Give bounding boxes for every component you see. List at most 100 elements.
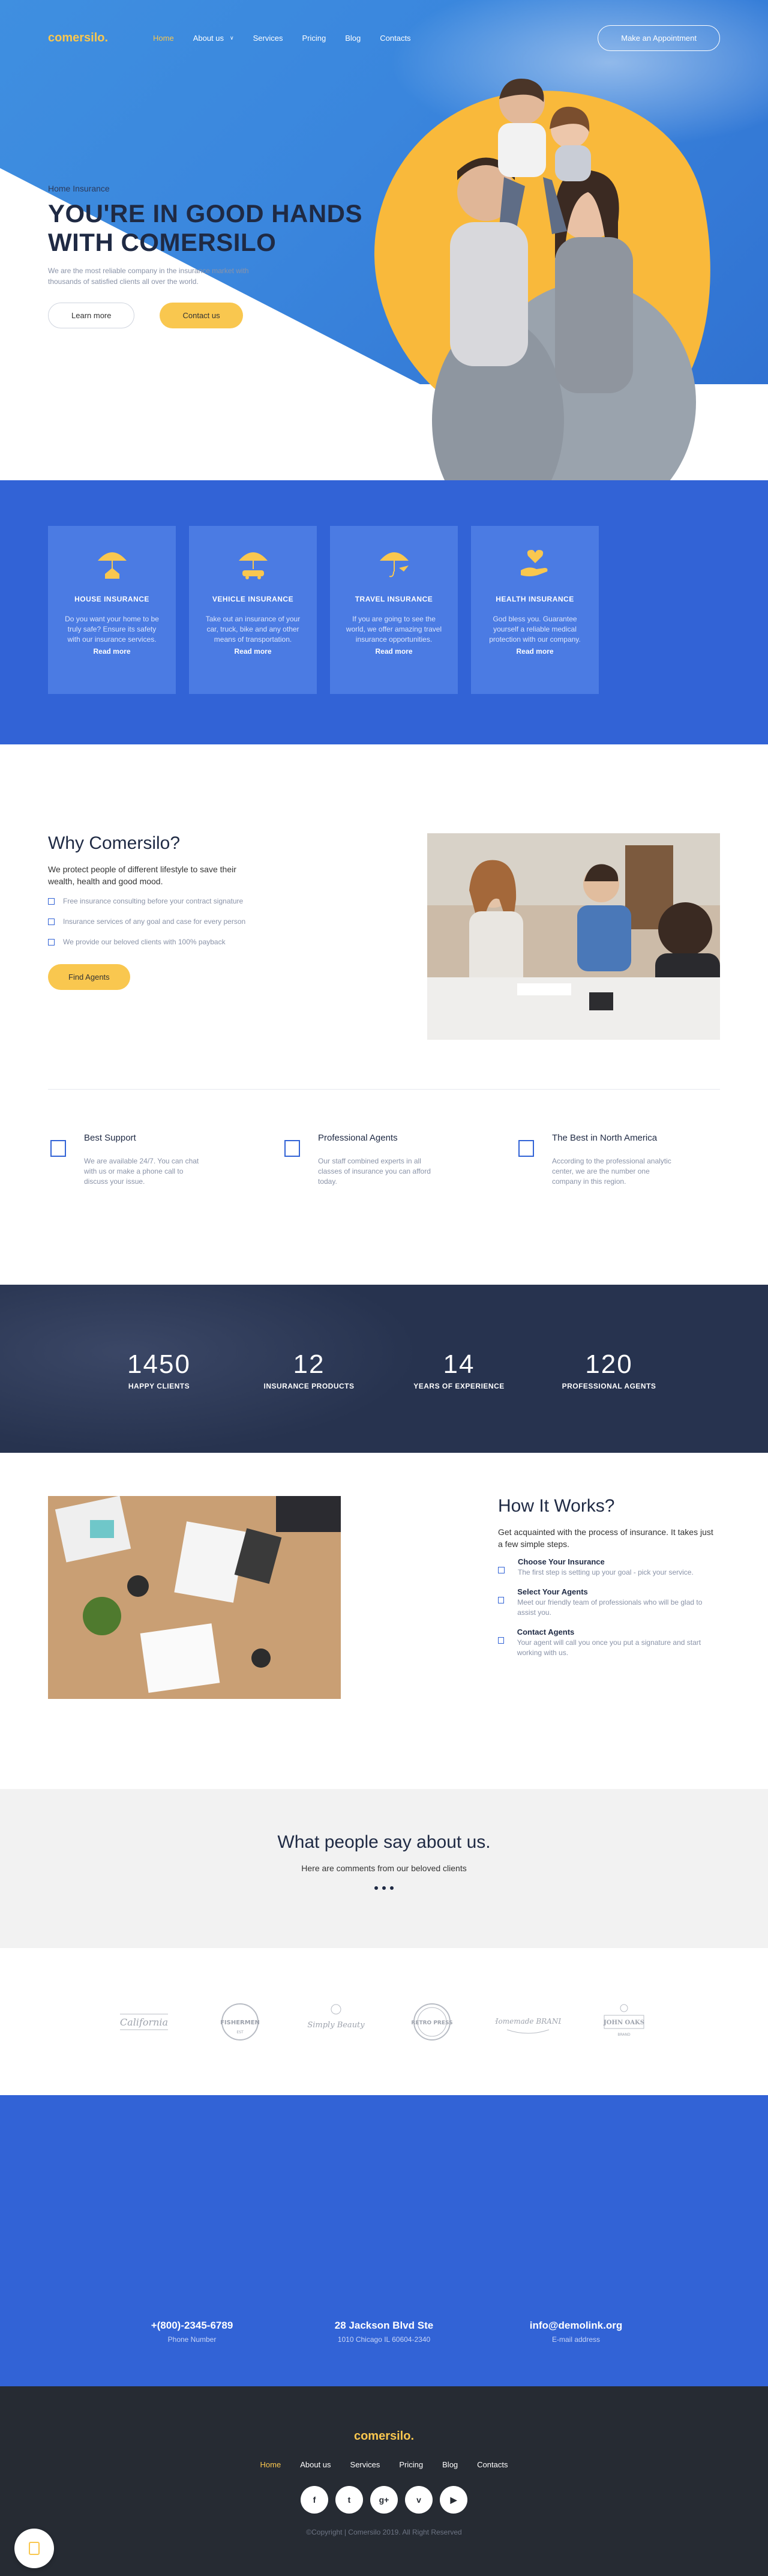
how-title: How It Works? bbox=[498, 1496, 615, 1516]
twitter-icon[interactable]: t bbox=[335, 2486, 363, 2514]
stat-insurance-products: 12 INSURANCE PRODUCTS bbox=[249, 1350, 369, 1390]
service-title: HEALTH INSURANCE bbox=[496, 595, 574, 603]
service-card-vehicle: VEHICLE INSURANCE Take out an insurance … bbox=[189, 526, 317, 694]
contact-email[interactable]: info@demolink.org E-mail address bbox=[480, 2320, 672, 2344]
read-more-link[interactable]: Read more bbox=[375, 647, 412, 656]
list-item: Insurance services of any goal and case … bbox=[48, 917, 360, 926]
brand-logo[interactable]: comersilo. bbox=[48, 31, 153, 45]
checkbox-icon bbox=[48, 938, 55, 946]
read-more-link[interactable]: Read more bbox=[516, 647, 553, 656]
brand-logo-simply-beauty[interactable]: Simply Beauty bbox=[303, 2001, 369, 2043]
contact-label: E-mail address bbox=[551, 2335, 601, 2344]
services-section: HOUSE INSURANCE Do you want your home to… bbox=[0, 480, 768, 744]
nav-pricing[interactable]: Pricing bbox=[302, 34, 326, 43]
step-title: Choose Your Insurance bbox=[518, 1557, 605, 1566]
footer-nav-contacts[interactable]: Contacts bbox=[477, 2460, 508, 2469]
hero-title-line2: WITH COMERSILO bbox=[48, 228, 277, 256]
stat-happy-clients: 1450 HAPPY CLIENTS bbox=[99, 1350, 219, 1390]
stat-number: 120 bbox=[585, 1350, 633, 1379]
stats-section: 1450 HAPPY CLIENTS 12 INSURANCE PRODUCTS 1… bbox=[0, 1285, 768, 1453]
stat-years-experience: 14 YEARS OF EXPERIENCE bbox=[399, 1350, 519, 1390]
why-section: Why Comersilo? We protect people of diff… bbox=[0, 744, 768, 1285]
footer-nav-pricing[interactable]: Pricing bbox=[399, 2460, 423, 2469]
service-card-health: HEALTH INSURANCE God bless you. Guarante… bbox=[471, 526, 599, 694]
footer-nav-services[interactable]: Services bbox=[350, 2460, 380, 2469]
feature-title: The Best in North America bbox=[552, 1133, 658, 1143]
read-more-link[interactable]: Read more bbox=[93, 647, 130, 656]
stat-label: HAPPY CLIENTS bbox=[128, 1382, 190, 1390]
feature-text: We are available 24/7. You can chat with… bbox=[84, 1157, 199, 1186]
read-more-link[interactable]: Read more bbox=[234, 647, 271, 656]
nav-contacts[interactable]: Contacts bbox=[380, 34, 410, 43]
nav-about-label: About us bbox=[193, 33, 224, 43]
brand-logo-john-oaks[interactable]: JOHN OAKS BRAND bbox=[591, 2001, 657, 2043]
why-title: Why Comersilo? bbox=[48, 833, 181, 853]
facebook-icon[interactable]: f bbox=[301, 2486, 328, 2514]
youtube-icon[interactable]: ▶ bbox=[440, 2486, 467, 2514]
step-item: Select Your Agents Meet our friendly team… bbox=[498, 1587, 720, 1618]
feature-title: Professional Agents bbox=[318, 1133, 398, 1143]
carousel-dot[interactable] bbox=[390, 1886, 394, 1890]
footer-nav-blog[interactable]: Blog bbox=[442, 2460, 458, 2469]
contact-phone[interactable]: +(800)-2345-6789 Phone Number bbox=[96, 2320, 288, 2344]
stat-number: 14 bbox=[443, 1350, 475, 1379]
footer-nav-about[interactable]: About us bbox=[300, 2460, 331, 2469]
how-sub: Get acquainted with the process of insur… bbox=[498, 1527, 713, 1549]
feature-text: Our staff combined experts in all classe… bbox=[318, 1157, 431, 1186]
hero-section: comersilo. Home About us ∨ Services Prici… bbox=[0, 0, 768, 480]
hero-title-line1: YOU'RE IN GOOD HANDS bbox=[48, 199, 363, 228]
nav-services[interactable]: Services bbox=[253, 34, 283, 43]
copyright: ©Copyright | Comersilo 2019. All Right R… bbox=[306, 2528, 462, 2536]
nav-about[interactable]: About us ∨ bbox=[193, 34, 234, 43]
google-plus-icon[interactable]: g+ bbox=[370, 2486, 398, 2514]
hero-lead: We are the most reliable company in the … bbox=[48, 267, 249, 286]
desk-photo bbox=[48, 1496, 341, 1699]
checkbox-icon bbox=[498, 1597, 505, 1603]
service-title: TRAVEL INSURANCE bbox=[355, 595, 433, 603]
brand-name: JOHN OAKS bbox=[603, 2019, 644, 2026]
brand-logo-fishermen[interactable]: FISHERMEN EST bbox=[207, 2001, 273, 2043]
stat-professional-agents: 120 PROFESSIONAL AGENTS bbox=[549, 1350, 669, 1390]
vimeo-icon[interactable]: v bbox=[405, 2486, 433, 2514]
brand-name: RETRO PRESS bbox=[411, 2020, 452, 2026]
step-text: The first step is setting up your goal -… bbox=[518, 1568, 694, 1576]
learn-more-button[interactable]: Learn more bbox=[48, 303, 135, 328]
contact-us-button[interactable]: Contact us bbox=[160, 303, 243, 328]
contact-value: +(800)-2345-6789 bbox=[151, 2320, 233, 2331]
brand-name: California bbox=[120, 2016, 168, 2028]
service-text: Do you want your home to be truly safe? … bbox=[65, 615, 159, 644]
brand-sub: EST bbox=[236, 2030, 244, 2035]
contact-value: info@demolink.org bbox=[529, 2320, 623, 2331]
service-title: HOUSE INSURANCE bbox=[74, 595, 149, 603]
chevron-down-icon: ∨ bbox=[230, 34, 234, 41]
step-text: Your agent will call you once you put a … bbox=[517, 1638, 701, 1657]
footer-logo[interactable]: comersilo. bbox=[0, 2430, 768, 2443]
list-item-text: Insurance services of any goal and case … bbox=[63, 917, 246, 926]
brand-logo-homemade[interactable]: Homemade BRAND bbox=[495, 2001, 561, 2043]
find-agents-button[interactable]: Find Agents bbox=[48, 964, 130, 990]
feature-best-in-north-america: The Best in North America According to th… bbox=[516, 1133, 720, 1187]
step-title: Contact Agents bbox=[517, 1627, 575, 1636]
stat-label: INSURANCE PRODUCTS bbox=[263, 1382, 355, 1390]
brand-logo-california[interactable]: California bbox=[111, 2001, 177, 2043]
carousel-dot[interactable] bbox=[382, 1886, 386, 1890]
umbrella-plane-icon bbox=[379, 552, 409, 578]
nav-home[interactable]: Home bbox=[153, 34, 174, 43]
brands-section: California FISHERMEN EST Simply Beauty RE… bbox=[0, 1948, 768, 2095]
chat-widget-button[interactable] bbox=[14, 2529, 54, 2568]
make-appointment-button[interactable]: Make an Appointment bbox=[598, 25, 720, 51]
list-item: We provide our beloved clients with 100%… bbox=[48, 938, 360, 946]
award-icon bbox=[518, 1140, 534, 1157]
hero-title: YOU'RE IN GOOD HANDS WITH COMERSILO bbox=[48, 199, 372, 257]
carousel-dot[interactable] bbox=[374, 1886, 378, 1890]
chat-icon bbox=[29, 2542, 40, 2555]
contact-address[interactable]: 28 Jackson Blvd Ste 1010 Chicago IL 60604… bbox=[288, 2320, 480, 2344]
service-text: Take out an insurance of your car, truck… bbox=[205, 615, 301, 644]
hand-heart-icon bbox=[520, 550, 547, 576]
brand-logo-retro-press[interactable]: RETRO PRESS bbox=[399, 2001, 465, 2043]
why-sub: We protect people of different lifestyle… bbox=[48, 864, 236, 886]
nav-blog[interactable]: Blog bbox=[345, 34, 361, 43]
checkbox-icon bbox=[48, 897, 55, 905]
top-navbar: comersilo. Home About us ∨ Services Prici… bbox=[0, 23, 768, 53]
footer-nav-home[interactable]: Home bbox=[260, 2460, 281, 2469]
